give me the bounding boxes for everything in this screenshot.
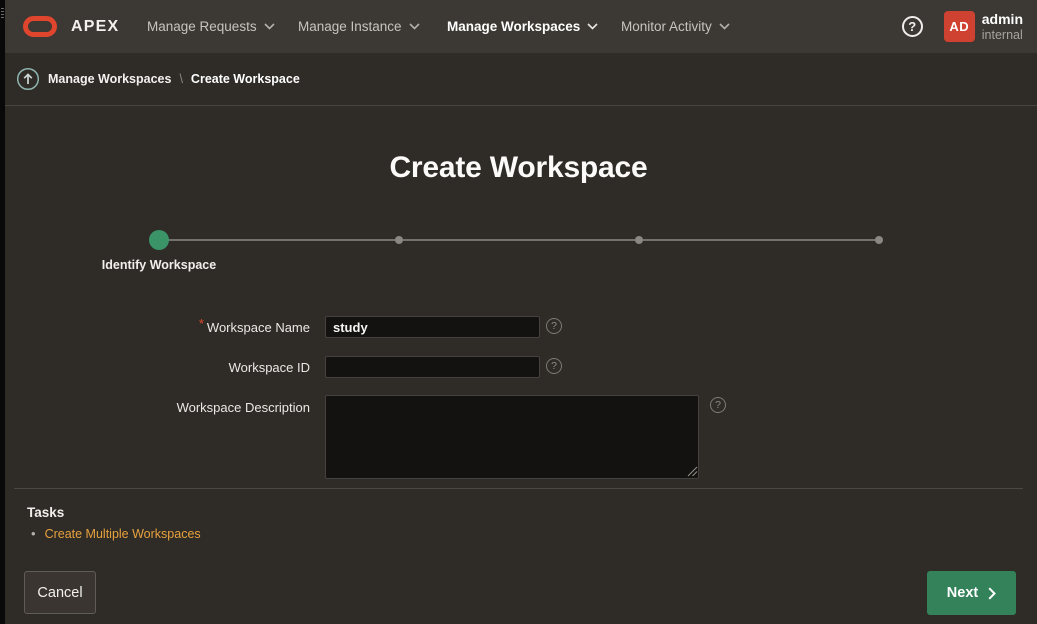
top-nav-menu: Manage Requests Manage Instance Manage W… — [5, 0, 1037, 53]
wizard-step-4-dot — [875, 236, 883, 244]
breadcrumb-link-manage-workspaces[interactable]: Manage Workspaces — [48, 72, 171, 86]
section-divider — [14, 488, 1023, 489]
page-title: Create Workspace — [0, 151, 1037, 185]
wizard-step-label: Identify Workspace — [39, 258, 279, 272]
wizard-step-1-current-dot — [149, 230, 169, 250]
workspace-id-label-text: Workspace ID — [229, 360, 310, 375]
top-navigation-bar: APEX Manage Requests Manage Instance Man… — [5, 0, 1037, 53]
chevron-down-icon — [409, 23, 420, 30]
nav-item-manage-instance[interactable]: Manage Instance — [298, 0, 420, 53]
next-button[interactable]: Next — [927, 571, 1016, 615]
cancel-button[interactable]: Cancel — [24, 571, 96, 614]
up-level-icon[interactable] — [16, 67, 40, 91]
nav-item-monitor-activity[interactable]: Monitor Activity — [621, 0, 730, 53]
workspace-name-help-icon[interactable]: ? — [546, 318, 562, 334]
user-name: admin — [982, 12, 1023, 26]
workspace-name-label-text: Workspace Name — [207, 320, 310, 335]
task-list-item: • Create Multiple Workspaces — [31, 526, 201, 541]
topbar-right-cluster: ? AD admin internal — [902, 0, 1023, 53]
user-avatar[interactable]: AD — [944, 11, 975, 42]
chevron-down-icon — [719, 23, 730, 30]
screen-left-edge-sliver — [0, 0, 5, 624]
breadcrumb: Manage Workspaces \ Create Workspace — [48, 72, 300, 86]
user-scope: internal — [982, 29, 1023, 42]
wizard-step-2-dot — [395, 236, 403, 244]
chevron-down-icon — [587, 23, 598, 30]
wizard-step-3-dot — [635, 236, 643, 244]
workspace-name-input[interactable] — [325, 316, 540, 338]
workspace-id-input[interactable] — [325, 356, 540, 378]
nav-item-label: Manage Instance — [298, 19, 402, 34]
breadcrumb-bar: Manage Workspaces \ Create Workspace — [5, 53, 1037, 106]
workspace-description-textarea[interactable] — [325, 395, 699, 479]
nav-item-label: Monitor Activity — [621, 19, 712, 34]
chevron-right-icon — [988, 587, 996, 600]
user-info[interactable]: admin internal — [982, 12, 1023, 42]
nav-item-manage-workspaces[interactable]: Manage Workspaces — [447, 0, 598, 53]
workspace-id-help-icon[interactable]: ? — [546, 358, 562, 374]
bullet-icon: • — [31, 526, 36, 541]
breadcrumb-current: Create Workspace — [191, 72, 300, 86]
next-button-label: Next — [947, 585, 978, 601]
workspace-id-label: Workspace ID — [40, 360, 310, 375]
tasks-heading: Tasks — [27, 505, 64, 520]
required-marker: * — [199, 316, 204, 331]
breadcrumb-separator: \ — [179, 72, 182, 86]
chevron-down-icon — [264, 23, 275, 30]
wizard-progress-line — [159, 239, 879, 241]
nav-item-label: Manage Requests — [147, 19, 257, 34]
apex-admin-window: APEX Manage Requests Manage Instance Man… — [0, 0, 1037, 624]
workspace-description-label-text: Workspace Description — [177, 400, 310, 415]
workspace-name-label: *Workspace Name — [40, 320, 310, 335]
nav-item-manage-requests[interactable]: Manage Requests — [147, 0, 275, 53]
workspace-description-label: Workspace Description — [40, 400, 310, 415]
create-multiple-workspaces-link[interactable]: Create Multiple Workspaces — [45, 527, 201, 541]
workspace-description-help-icon[interactable]: ? — [710, 397, 726, 413]
nav-item-label: Manage Workspaces — [447, 19, 580, 34]
help-icon[interactable]: ? — [902, 16, 923, 37]
